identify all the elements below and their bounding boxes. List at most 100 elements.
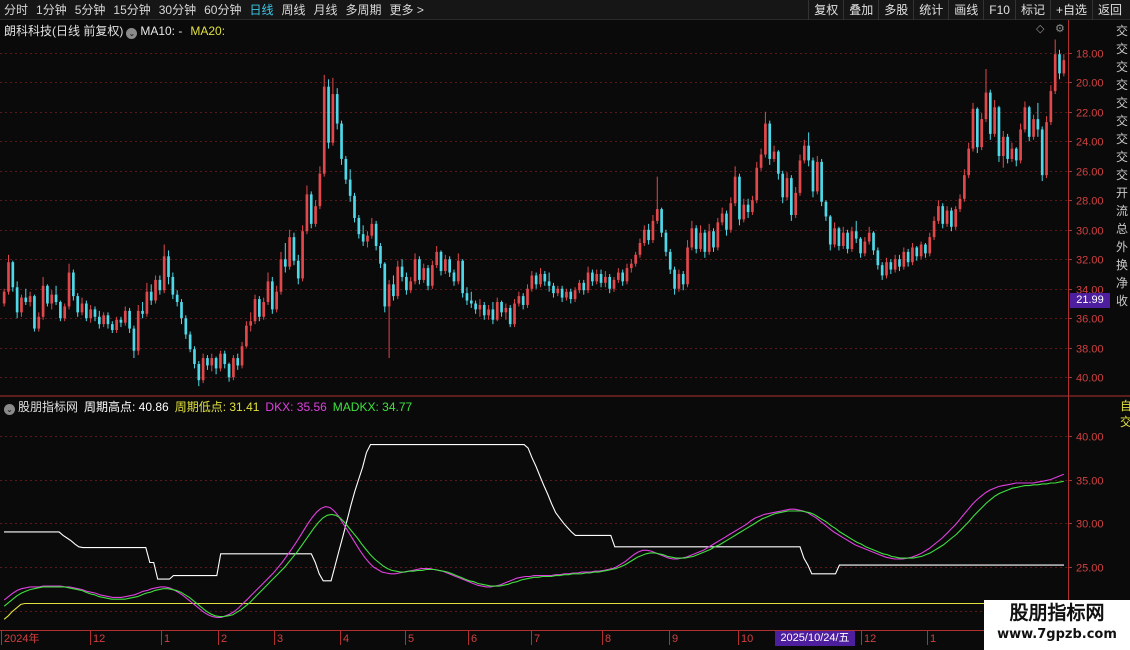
candle[interactable] (919, 241, 923, 260)
candle[interactable] (97, 310, 101, 329)
candle[interactable] (642, 225, 646, 246)
candle[interactable] (885, 257, 888, 279)
candle[interactable] (534, 272, 538, 289)
candle[interactable] (621, 269, 625, 286)
candle[interactable] (941, 203, 945, 229)
candle[interactable] (110, 321, 114, 333)
candle[interactable] (967, 142, 971, 179)
candle[interactable] (232, 355, 235, 381)
candle[interactable] (443, 254, 447, 274)
candle[interactable] (794, 186, 798, 218)
candle[interactable] (262, 297, 266, 320)
candle[interactable] (660, 207, 663, 238)
candle[interactable] (59, 300, 62, 322)
candle[interactable] (1040, 126, 1044, 182)
candle[interactable] (28, 291, 32, 307)
candle[interactable] (1032, 114, 1035, 140)
candle[interactable] (175, 290, 179, 307)
candle[interactable] (123, 306, 127, 326)
candle[interactable] (400, 259, 404, 282)
candle[interactable] (755, 161, 759, 204)
candle[interactable] (353, 192, 356, 223)
candle[interactable] (707, 223, 711, 255)
candle[interactable] (893, 254, 897, 273)
candle[interactable] (305, 185, 309, 235)
candle[interactable] (1027, 105, 1031, 142)
candle[interactable] (448, 256, 451, 277)
candle[interactable] (487, 304, 490, 320)
candle[interactable] (569, 288, 573, 304)
candle[interactable] (1062, 54, 1066, 77)
candle[interactable] (629, 259, 633, 273)
candle[interactable] (201, 353, 205, 384)
candle[interactable] (374, 220, 378, 251)
candle[interactable] (1014, 147, 1018, 167)
indicator-name[interactable]: 股朋指标网 (18, 400, 78, 414)
candle[interactable] (508, 304, 512, 328)
candle[interactable] (331, 77, 335, 146)
candle[interactable] (898, 254, 901, 272)
candle[interactable] (24, 288, 28, 305)
candle[interactable] (971, 102, 975, 152)
candle[interactable] (236, 353, 240, 370)
gear-icon[interactable]: ⚙ (1055, 23, 1067, 35)
candle[interactable] (106, 312, 110, 329)
candle[interactable] (335, 88, 339, 130)
candle[interactable] (214, 356, 218, 375)
candle[interactable] (820, 158, 823, 207)
candle[interactable] (807, 132, 810, 167)
candle[interactable] (560, 285, 564, 303)
candle[interactable] (664, 229, 668, 257)
candle[interactable] (469, 291, 473, 308)
candle[interactable] (980, 113, 983, 151)
candle[interactable] (288, 229, 291, 270)
candle[interactable] (932, 216, 936, 241)
candle[interactable] (149, 284, 153, 305)
candle[interactable] (811, 157, 815, 198)
candle[interactable] (863, 237, 867, 257)
candle[interactable] (958, 194, 962, 213)
candle[interactable] (478, 299, 482, 317)
candle[interactable] (452, 269, 456, 286)
candle[interactable] (314, 200, 317, 227)
candle[interactable] (712, 228, 715, 252)
candle[interactable] (46, 284, 49, 307)
candle[interactable] (495, 297, 499, 322)
candle[interactable] (599, 269, 603, 288)
candle[interactable] (906, 248, 910, 267)
candle[interactable] (379, 243, 382, 269)
candle[interactable] (790, 175, 793, 221)
candle[interactable] (504, 303, 508, 320)
candle[interactable] (1036, 102, 1040, 137)
candle[interactable] (768, 120, 772, 165)
candle[interactable] (815, 156, 819, 195)
candle[interactable] (180, 299, 183, 325)
candle[interactable] (67, 263, 71, 310)
candle[interactable] (76, 293, 80, 317)
candle[interactable] (461, 259, 464, 298)
candle[interactable] (677, 269, 681, 292)
candle[interactable] (1058, 49, 1061, 80)
candle[interactable] (249, 312, 253, 332)
candle[interactable] (854, 220, 858, 244)
candle[interactable] (984, 68, 988, 123)
candle[interactable] (413, 253, 417, 285)
candle[interactable] (348, 169, 352, 202)
candle[interactable] (975, 107, 979, 154)
candle[interactable] (699, 225, 702, 252)
candle[interactable] (171, 272, 175, 300)
candle[interactable] (867, 226, 871, 245)
candle[interactable] (911, 243, 914, 266)
candle[interactable] (954, 206, 958, 230)
candle[interactable] (543, 271, 547, 286)
candle[interactable] (37, 312, 41, 332)
candle[interactable] (802, 139, 806, 164)
candle[interactable] (245, 321, 248, 348)
candle[interactable] (184, 315, 188, 339)
candle[interactable] (154, 275, 157, 304)
candle[interactable] (963, 169, 966, 202)
candle[interactable] (591, 269, 594, 286)
candle[interactable] (219, 350, 222, 372)
candle[interactable] (141, 302, 144, 319)
candle[interactable] (491, 302, 495, 325)
